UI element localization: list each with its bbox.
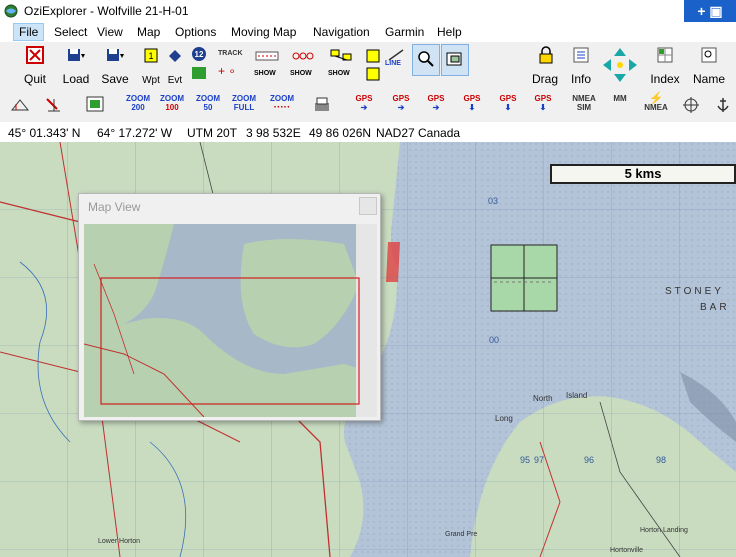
moving-map-button[interactable]: MM (608, 94, 632, 103)
event-diamond-icon (169, 50, 181, 62)
overview-map-image (84, 224, 377, 417)
menu-file[interactable]: File (13, 23, 45, 41)
overview-icon[interactable] (86, 96, 104, 114)
menu-view[interactable]: View (97, 25, 123, 39)
save-button[interactable]: Save (99, 44, 131, 86)
map-view-icon (446, 52, 462, 66)
points-icon (292, 52, 314, 60)
zoom-tool-button[interactable] (412, 44, 440, 76)
save-icon (107, 49, 124, 61)
waypoint-list-icon (366, 49, 380, 81)
gps-track-download-button[interactable]: GPS ⬇ (495, 94, 521, 112)
waypoint-list-button[interactable] (363, 44, 383, 84)
nmea-sim-button[interactable]: NMEA SIM (570, 94, 598, 112)
lightning-icon: ⚡ (648, 91, 664, 105)
zoom-50-button[interactable]: ZOOM 50 (194, 94, 222, 112)
map-view-title: Map View (88, 200, 141, 214)
menu-select[interactable]: Select (54, 25, 87, 39)
index-button[interactable]: Index (648, 44, 682, 86)
menu-options[interactable]: Options (175, 25, 216, 39)
gps-route-button[interactable]: GPS ➔ (423, 94, 449, 112)
lock-icon (539, 46, 553, 64)
menu-bar: File Select View Map Options Moving Map … (0, 22, 736, 42)
zoom-100-button[interactable]: ZOOM 100 (158, 94, 186, 112)
info-icon (573, 47, 589, 63)
gps-route-download-button[interactable]: GPS ⬇ (530, 94, 556, 112)
magnifier-icon (418, 51, 434, 67)
print-icon[interactable] (312, 96, 332, 114)
secondary-toolbar: ZOOM 200 ZOOM 100 ZOOM 50 ZOOM FULL ZOOM… (0, 88, 736, 123)
longitude-readout: 64° 17.272' W (97, 126, 173, 140)
pan-arrows-button[interactable] (600, 44, 640, 84)
coordinate-bar: 45° 01.343' N 64° 17.272' W UTM 20T 3 98… (0, 122, 736, 142)
easting-readout: 3 98 532E (246, 126, 301, 140)
map-view-thumbnail[interactable] (84, 224, 377, 417)
anchor-icon[interactable] (714, 96, 732, 114)
calibrate-icon[interactable] (10, 96, 30, 114)
window-title: OziExplorer - Wolfville 21-H-01 (24, 4, 189, 18)
waypoint-icon: 1 (144, 48, 158, 63)
name-search-icon (701, 47, 717, 63)
datum-readout: NAD27 Canada (376, 126, 461, 140)
map-check-icon[interactable] (44, 96, 64, 114)
track-line-icon (255, 51, 279, 61)
index-icon (657, 47, 673, 63)
scale-bar: 5 kms (550, 164, 736, 184)
latitude-readout: 45° 01.343' N (8, 126, 81, 140)
main-toolbar: Quit Load Save 1 Wpt Evt 12 TRACK + ∘ SH… (0, 42, 736, 123)
quit-icon (26, 46, 44, 64)
crosshair-icon[interactable] (682, 96, 700, 114)
quit-button[interactable]: Quit (20, 44, 50, 86)
show-points-button[interactable]: SHOW (288, 44, 318, 84)
window-controls-button[interactable]: + ▣ (684, 0, 736, 22)
names-icon (330, 49, 352, 61)
map-view-window[interactable]: Map View (78, 193, 381, 421)
menu-moving-map[interactable]: Moving Map (231, 25, 296, 39)
line-button[interactable]: LINE (385, 44, 407, 84)
track-plus-icon: + ∘ (218, 64, 236, 78)
gps-receive-button[interactable]: GPS ➔ (388, 94, 414, 112)
menu-map[interactable]: Map (137, 25, 160, 39)
menu-help[interactable]: Help (437, 25, 462, 39)
title-bar: OziExplorer - Wolfville 21-H-01 + ▣ (0, 0, 736, 22)
map-view-toggle-button[interactable] (441, 44, 469, 76)
show-tracks-button[interactable]: SHOW (252, 44, 282, 84)
event-button[interactable]: Evt (163, 44, 187, 86)
gps-send-button[interactable]: GPS ➔ (351, 94, 377, 112)
drag-button[interactable]: Drag (530, 44, 560, 86)
load-button[interactable]: Load (60, 44, 92, 86)
pan-arrows-icon (603, 48, 637, 82)
gps-waypoint-download-button[interactable]: GPS ⬇ (459, 94, 485, 112)
menu-garmin[interactable]: Garmin (385, 25, 424, 39)
app-globe-icon (4, 4, 18, 18)
waypoint-button[interactable]: 1 Wpt (139, 44, 163, 86)
info-button[interactable]: Info (566, 44, 596, 86)
load-icon (68, 49, 85, 61)
utm-zone-readout: UTM 20T (187, 126, 238, 140)
northing-readout: 49 86 026N (309, 126, 372, 140)
zoom-custom-button[interactable]: ZOOM ····· (268, 94, 296, 113)
menu-navigation[interactable]: Navigation (313, 25, 370, 39)
close-icon[interactable] (359, 197, 377, 215)
zoom-full-button[interactable]: ZOOM FULL (230, 94, 258, 112)
zoom-200-button[interactable]: ZOOM 200 (124, 94, 152, 112)
name-search-button[interactable]: Name (690, 44, 728, 86)
show-names-button[interactable]: SHOW (326, 44, 356, 84)
route-button[interactable]: 12 (188, 44, 210, 84)
svg-text:1: 1 (148, 51, 153, 61)
nmea-button[interactable]: ⚡ NMEA (642, 91, 670, 112)
track-button[interactable]: TRACK + ∘ (214, 44, 244, 84)
